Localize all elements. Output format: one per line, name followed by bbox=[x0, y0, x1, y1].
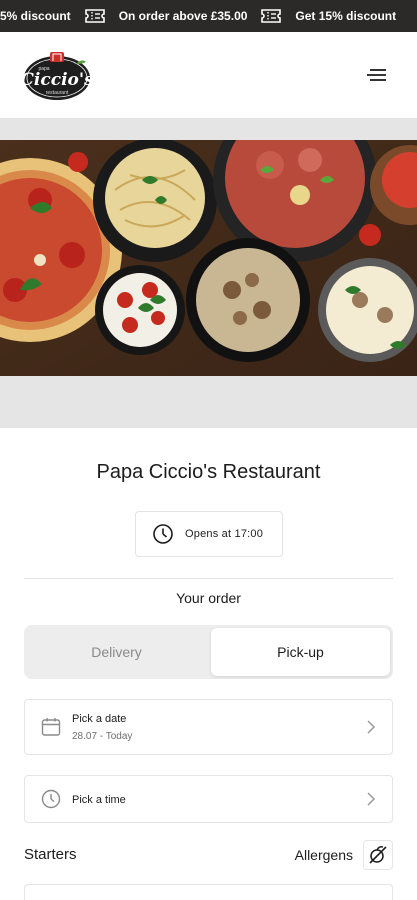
ticker-item: On order above £35.00 bbox=[119, 9, 248, 23]
divider bbox=[24, 578, 393, 579]
time-picker-label: Pick a time bbox=[72, 794, 126, 806]
menu-item-card[interactable] bbox=[24, 884, 393, 900]
date-picker-value: 28.07 - Today bbox=[72, 731, 133, 742]
time-picker[interactable]: Pick a time bbox=[24, 775, 393, 823]
svg-text:Ciccio's: Ciccio's bbox=[22, 70, 92, 90]
svg-text:papa: papa bbox=[38, 66, 49, 72]
ticker-text: Get 15% discount bbox=[295, 9, 397, 23]
restaurant-name: Papa Ciccio's Restaurant bbox=[96, 461, 321, 483]
allergen-filter-icon bbox=[369, 846, 387, 864]
delivery-option[interactable]: Delivery bbox=[24, 625, 209, 679]
opening-hours-badge: Opens at 17:00 bbox=[135, 511, 283, 557]
date-picker[interactable]: Pick a date 28.07 - Today bbox=[24, 699, 393, 755]
calendar-icon bbox=[41, 718, 61, 736]
site-header: Ciccio's restaurant papa bbox=[0, 32, 417, 118]
promo-ticker: : 15% discount On order above £35.00 Get… bbox=[0, 0, 417, 32]
order-mode-toggle: Delivery Pick-up bbox=[24, 625, 393, 679]
chevron-right-icon bbox=[367, 720, 376, 734]
ticker-text: On order above £35.00 bbox=[118, 9, 248, 23]
pickup-option[interactable]: Pick-up bbox=[211, 628, 390, 676]
ticker-track: : 15% discount On order above £35.00 Get… bbox=[0, 0, 396, 32]
clock-icon bbox=[41, 789, 61, 809]
ticker-item: : 15% discount bbox=[0, 9, 71, 23]
section-title-starters: Starters bbox=[24, 846, 77, 863]
hamburger-menu-icon[interactable] bbox=[367, 66, 389, 84]
your-order-heading: Your order bbox=[176, 590, 241, 606]
ciccio-logo[interactable]: Ciccio's restaurant papa bbox=[22, 50, 92, 102]
ticket-icon bbox=[84, 9, 105, 23]
clock-icon bbox=[153, 524, 173, 544]
ticket-icon bbox=[261, 9, 282, 23]
opening-hours-text: Opens at 17:00 bbox=[185, 528, 264, 540]
allergens-button[interactable] bbox=[363, 840, 393, 870]
ticker-item: Get 15% discount bbox=[295, 9, 396, 23]
allergens-label[interactable]: Allergens bbox=[295, 847, 353, 863]
chevron-right-icon bbox=[367, 792, 376, 806]
hero-food-image bbox=[0, 140, 417, 376]
ticker-text: : 15% discount bbox=[0, 9, 71, 23]
svg-text:restaurant: restaurant bbox=[46, 90, 69, 96]
date-picker-label: Pick a date bbox=[72, 713, 127, 725]
